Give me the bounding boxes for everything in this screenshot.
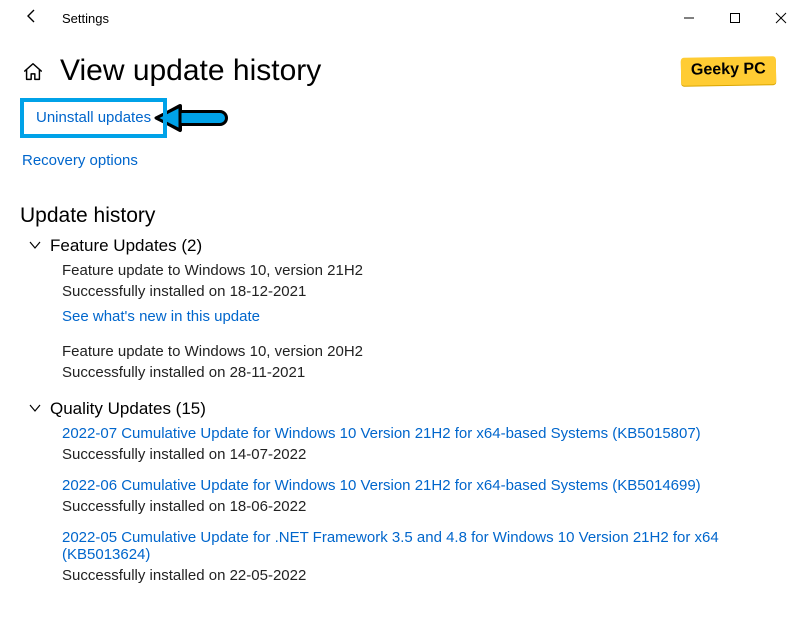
chevron-down-icon	[20, 238, 50, 255]
feature-updates-toggle[interactable]: Feature Updates (2)	[20, 236, 784, 256]
back-button[interactable]	[20, 8, 44, 29]
recovery-options-link[interactable]: Recovery options	[22, 152, 138, 169]
quality-updates-toggle[interactable]: Quality Updates (15)	[20, 399, 784, 419]
update-history-heading: Update history	[20, 204, 784, 228]
titlebar: Settings	[0, 0, 804, 36]
minimize-button[interactable]	[666, 2, 712, 34]
whats-new-link[interactable]: See what's new in this update	[62, 308, 784, 325]
close-button[interactable]	[758, 2, 804, 34]
window-title: Settings	[62, 11, 109, 26]
uninstall-updates-highlight: Uninstall updates	[20, 98, 167, 138]
maximize-button[interactable]	[712, 2, 758, 34]
brand-badge: Geeky PC	[681, 56, 776, 86]
update-entry-status: Successfully installed on 18-12-2021	[62, 283, 784, 300]
update-entry-status: Successfully installed on 18-06-2022	[62, 498, 784, 515]
feature-update-item: Feature update to Windows 10, version 20…	[62, 343, 784, 381]
quality-update-item: 2022-05 Cumulative Update for .NET Frame…	[62, 529, 784, 584]
quality-updates-title: Quality Updates (15)	[50, 399, 206, 419]
feature-updates-title: Feature Updates (2)	[50, 236, 202, 256]
quality-update-item: 2022-06 Cumulative Update for Windows 10…	[62, 477, 784, 515]
uninstall-updates-link[interactable]: Uninstall updates	[36, 109, 151, 126]
update-entry-status: Successfully installed on 22-05-2022	[62, 567, 784, 584]
page-header: View update history Geeky PC	[0, 54, 804, 88]
feature-update-item: Feature update to Windows 10, version 21…	[62, 262, 784, 325]
update-entry-title: Feature update to Windows 10, version 20…	[62, 343, 784, 360]
page-title: View update history	[60, 54, 321, 88]
update-entry-title: Feature update to Windows 10, version 21…	[62, 262, 784, 279]
update-entry-link[interactable]: 2022-07 Cumulative Update for Windows 10…	[62, 425, 784, 442]
content-area: Uninstall updates Recovery options Updat…	[0, 88, 804, 584]
home-icon[interactable]	[22, 61, 42, 81]
update-entry-link[interactable]: 2022-06 Cumulative Update for Windows 10…	[62, 477, 784, 494]
update-entry-status: Successfully installed on 14-07-2022	[62, 446, 784, 463]
update-entry-link[interactable]: 2022-05 Cumulative Update for .NET Frame…	[62, 529, 784, 563]
quality-update-item: 2022-07 Cumulative Update for Windows 10…	[62, 425, 784, 463]
window-controls	[666, 2, 804, 34]
chevron-down-icon	[20, 401, 50, 418]
update-entry-status: Successfully installed on 28-11-2021	[62, 364, 784, 381]
